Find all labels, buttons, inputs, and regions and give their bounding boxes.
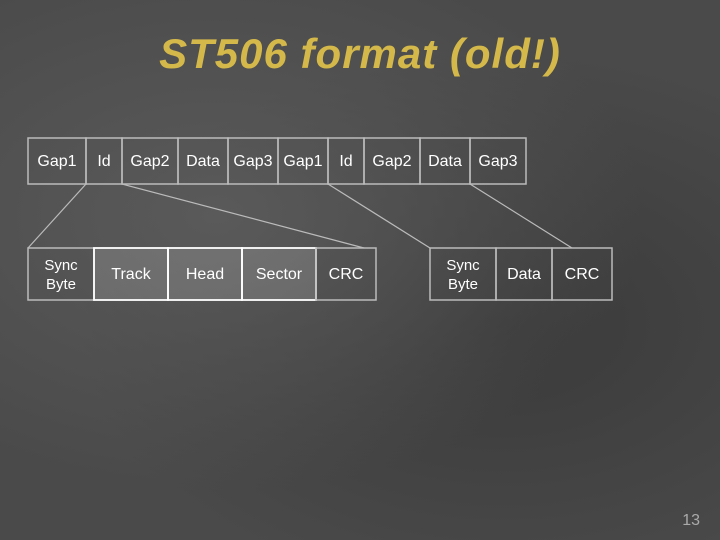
svg-text:Id: Id bbox=[97, 153, 110, 170]
svg-text:Gap3: Gap3 bbox=[478, 153, 517, 170]
svg-text:Sector: Sector bbox=[256, 266, 303, 283]
slide-title: ST506 format (old!) bbox=[0, 0, 720, 118]
svg-text:Byte: Byte bbox=[46, 276, 76, 293]
svg-text:Head: Head bbox=[186, 266, 224, 283]
svg-text:Gap1: Gap1 bbox=[37, 153, 76, 170]
svg-text:Byte: Byte bbox=[448, 276, 478, 293]
svg-text:Track: Track bbox=[111, 266, 151, 283]
svg-text:Gap1: Gap1 bbox=[283, 153, 322, 170]
page-number: 13 bbox=[682, 512, 700, 530]
svg-text:Gap2: Gap2 bbox=[372, 153, 411, 170]
svg-text:Gap3: Gap3 bbox=[233, 153, 272, 170]
svg-text:Sync: Sync bbox=[446, 257, 480, 274]
svg-text:Data: Data bbox=[507, 266, 541, 283]
svg-text:Data: Data bbox=[186, 153, 220, 170]
svg-text:Data: Data bbox=[428, 153, 462, 170]
title-text: ST506 format (old!) bbox=[0, 30, 720, 78]
svg-text:Id: Id bbox=[339, 153, 352, 170]
svg-text:CRC: CRC bbox=[565, 266, 600, 283]
svg-text:Sync: Sync bbox=[44, 257, 78, 274]
svg-text:CRC: CRC bbox=[329, 266, 364, 283]
svg-text:Gap2: Gap2 bbox=[130, 153, 169, 170]
